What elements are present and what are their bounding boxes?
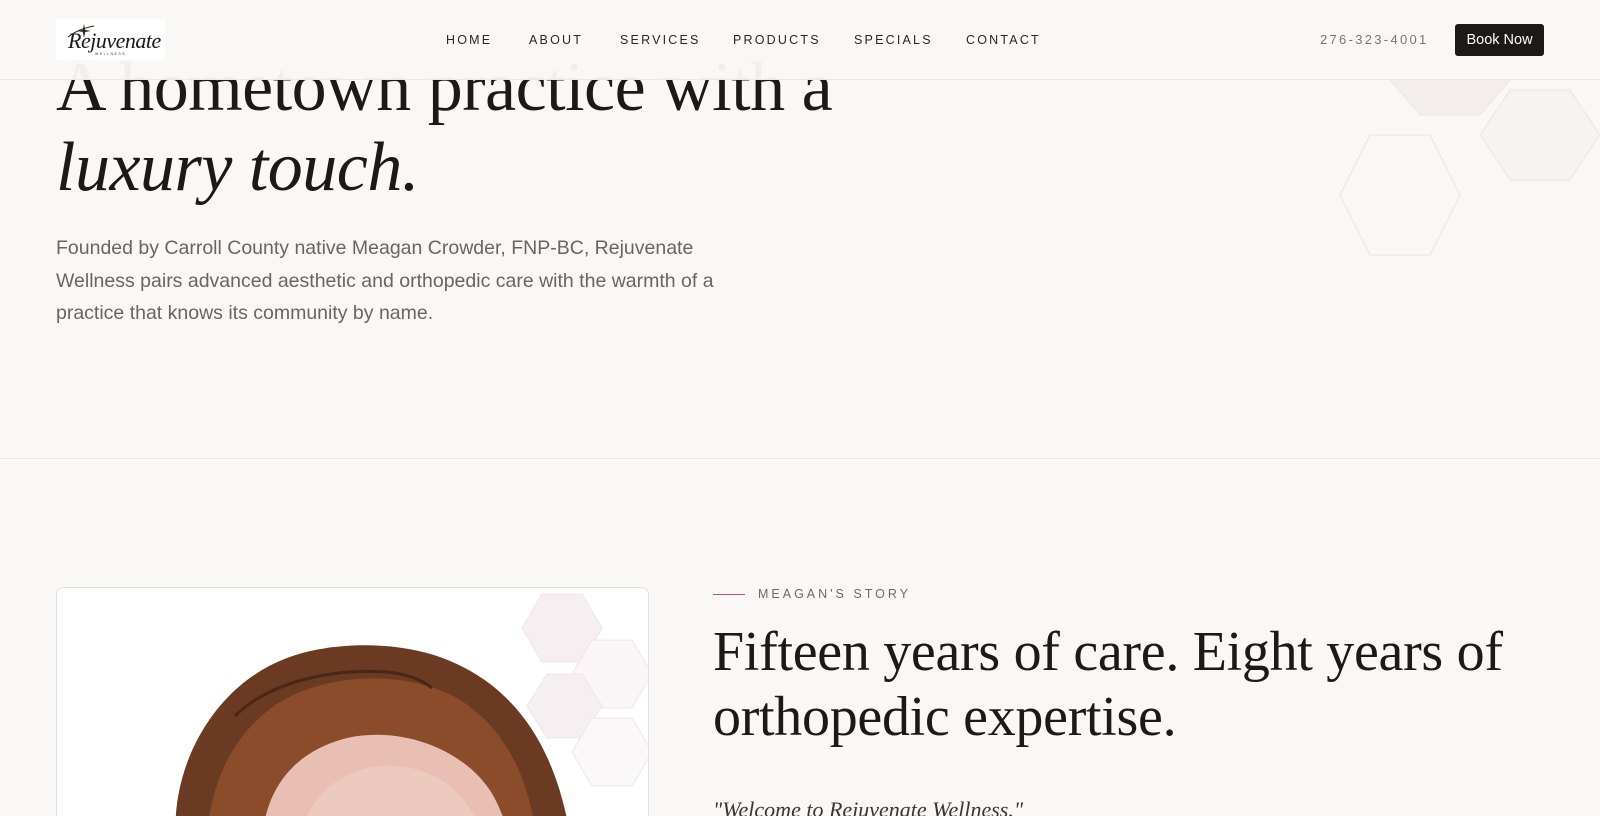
nav-products[interactable]: PRODUCTS — [733, 33, 821, 47]
portrait-image — [57, 588, 648, 816]
book-now-button[interactable]: Book Now — [1455, 24, 1544, 56]
nav-about[interactable]: ABOUT — [529, 33, 583, 47]
story-eyebrow: MEAGAN'S STORY — [713, 587, 911, 601]
nav-services[interactable]: SERVICES — [620, 33, 701, 47]
eyebrow-label: MEAGAN'S STORY — [758, 587, 911, 601]
phone-link[interactable]: 276-323-4001 — [1320, 32, 1429, 47]
nav-specials[interactable]: SPECIALS — [854, 33, 933, 47]
nav-contact[interactable]: CONTACT — [966, 33, 1041, 47]
logo-subtitle: WELLNESS — [95, 52, 127, 56]
eyebrow-accent-line — [713, 593, 745, 595]
logo-wordmark: Rejuvenate — [68, 28, 161, 53]
site-header: Rejuvenate WELLNESS HOME ABOUT SERVICES … — [0, 0, 1600, 80]
section-divider — [0, 458, 1600, 459]
story-quote: "Welcome to Rejuvenate Wellness." — [713, 797, 1024, 816]
portrait-photo-card — [56, 587, 649, 816]
hero-title-line2: luxury touch. — [56, 129, 419, 206]
brand-logo[interactable]: Rejuvenate WELLNESS — [56, 19, 165, 60]
nav-home[interactable]: HOME — [446, 33, 492, 47]
hexagon-pattern-decoration — [1339, 60, 1600, 256]
story-title: Fifteen years of care. Eight years of or… — [713, 621, 1503, 748]
hero-lead-paragraph: Founded by Carroll County native Meagan … — [56, 237, 714, 324]
